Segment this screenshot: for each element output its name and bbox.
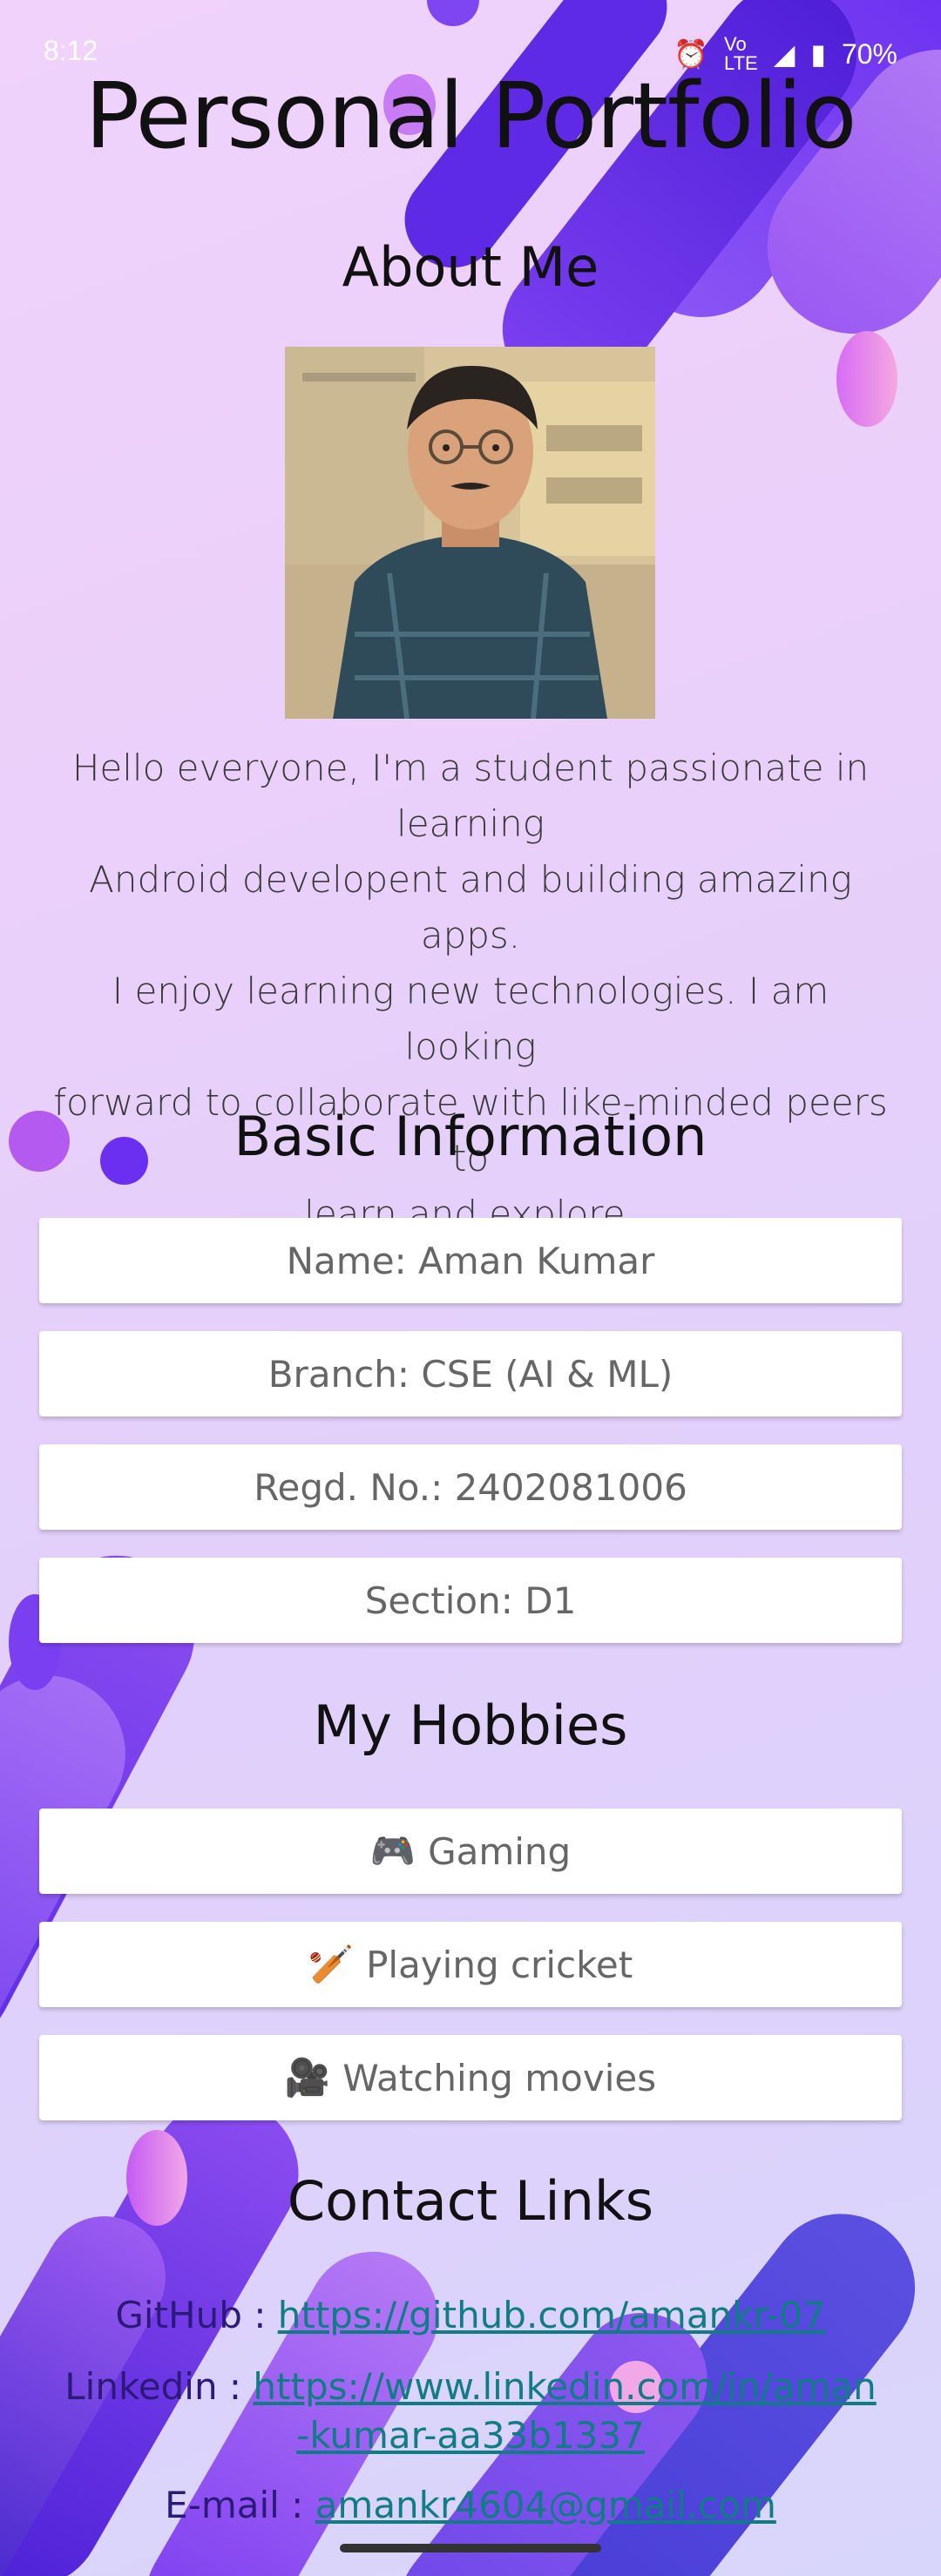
info-card-name: Name: Aman Kumar: [39, 1218, 902, 1303]
contact-github: GitHub : https://github.com/amankr-07: [35, 2291, 906, 2340]
info-section-text: Section: D1: [364, 1579, 577, 1622]
about-line: I enjoy learning new technologies. I am …: [112, 970, 829, 1068]
info-regd-text: Regd. No.: 2402081006: [254, 1465, 687, 1509]
gesture-nav-bar[interactable]: [340, 2544, 601, 2552]
about-line: Hello everyone, I'm a student passionate…: [71, 747, 870, 845]
linkedin-label: Linkedin :: [64, 2365, 254, 2408]
info-branch-text: Branch: CSE (AI & ML): [267, 1352, 674, 1396]
info-card-section: Section: D1: [39, 1558, 902, 1643]
contact-linkedin: Linkedin : https://www.linkedin.com/in/a…: [35, 2363, 906, 2460]
contact-heading: Contact Links: [287, 2169, 654, 2233]
cricket-icon: 🏏: [308, 1943, 355, 1985]
linkedin-link[interactable]: https://www.linkedin.com/in/aman: [253, 2365, 876, 2408]
gamepad-icon: 🎮: [369, 1829, 416, 1872]
email-link[interactable]: amankr4604@gmail.com: [315, 2484, 776, 2526]
hobby-card-movies: 🎥 Watching movies: [39, 2035, 902, 2120]
github-link[interactable]: https://github.com/amankr-07: [278, 2294, 826, 2336]
linkedin-link-continued[interactable]: -kumar-aa33b1337: [296, 2414, 645, 2457]
profile-photo: [285, 347, 655, 719]
info-card-branch: Branch: CSE (AI & ML): [39, 1331, 902, 1416]
github-label: GitHub :: [115, 2294, 278, 2336]
hobbies-heading: My Hobbies: [313, 1694, 628, 1757]
page-title: Personal Portfolio: [85, 63, 857, 169]
about-line: Android developent and building amazing …: [89, 858, 852, 957]
info-name-text: Name: Aman Kumar: [286, 1239, 655, 1282]
hobby-label: Playing cricket: [366, 1943, 633, 1986]
info-card-regd: Regd. No.: 2402081006: [39, 1444, 902, 1530]
hobby-card-cricket: 🏏 Playing cricket: [39, 1922, 902, 2007]
hobby-card-gaming: 🎮 Gaming: [39, 1809, 902, 1894]
hobby-label: Watching movies: [342, 2056, 657, 2099]
email-label: E-mail :: [165, 2484, 315, 2526]
hobby-label: Gaming: [428, 1829, 572, 1873]
movie-camera-icon: 🎥: [284, 2056, 331, 2099]
basic-info-heading: Basic Information: [234, 1105, 707, 1168]
about-heading: About Me: [342, 235, 599, 299]
contact-email: E-mail : amankr4604@gmail.com: [35, 2481, 906, 2530]
